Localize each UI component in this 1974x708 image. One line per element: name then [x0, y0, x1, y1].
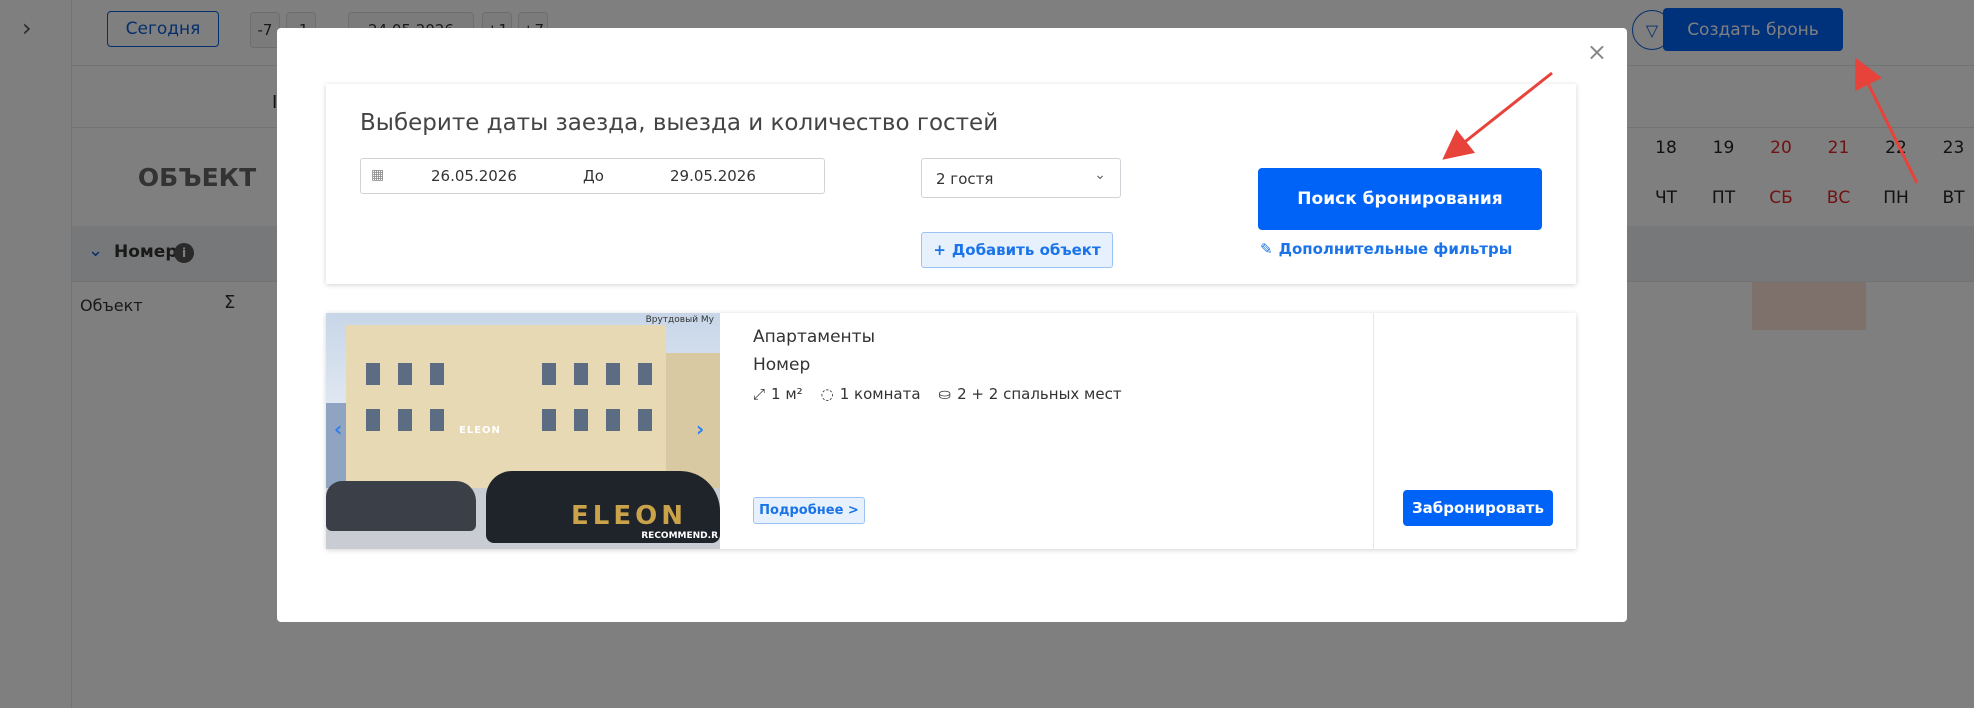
beds-value: 2 + 2 спальных мест — [957, 385, 1122, 403]
calendar-icon: ▦ — [371, 167, 385, 183]
resize-icon: ⤢ — [753, 385, 766, 403]
property-photo[interactable]: ELEON ELEON Врутдовый Му RECOMMEND.R ‹ › — [326, 313, 720, 549]
photo-watermark-top: Врутдовый Му — [645, 315, 714, 325]
book-button[interactable]: Забронировать — [1403, 490, 1553, 526]
photo-watermark-bottom: RECOMMEND.R — [641, 531, 718, 541]
property-type: Апартаменты — [753, 327, 875, 347]
booking-search-modal: × Выберите даты заезда, выезда и количес… — [277, 28, 1627, 622]
card-divider — [1373, 313, 1374, 549]
more-filters-link[interactable]: ✎ Дополнительные фильтры — [1260, 240, 1512, 258]
room-features: ⤢ 1 м² ◌ 1 комната ⛀ 2 + 2 спальных мест — [753, 385, 1122, 403]
room-name: Номер — [753, 355, 811, 375]
more-filters-label: Дополнительные фильтры — [1278, 240, 1513, 258]
details-button[interactable]: Подробнее > — [753, 497, 865, 524]
date-to-label: До — [583, 167, 604, 185]
area-feature: ⤢ 1 м² — [753, 385, 803, 403]
search-heading: Выберите даты заезда, выезда и количеств… — [360, 110, 999, 136]
date-from-value[interactable]: 26.05.2026 — [431, 167, 517, 185]
photo-next-icon[interactable]: › — [696, 417, 704, 441]
rooms-feature: ◌ 1 комната — [821, 385, 921, 403]
close-icon[interactable]: × — [1587, 38, 1607, 66]
room-icon: ◌ — [820, 385, 834, 403]
date-range-picker[interactable]: ▦ 26.05.2026 До 29.05.2026 — [360, 158, 825, 194]
photo-prev-icon[interactable]: ‹ — [334, 417, 342, 441]
bed-icon: ⛀ — [938, 385, 952, 403]
area-value: 1 м² — [771, 385, 803, 403]
plus-icon: + — [933, 241, 946, 259]
photo-car-text: ELEON — [571, 501, 687, 531]
result-card: ELEON ELEON Врутдовый Му RECOMMEND.R ‹ ›… — [326, 313, 1576, 549]
add-object-label: Добавить объект — [951, 241, 1101, 259]
photo-sign-text: ELEON — [459, 425, 501, 436]
date-to-value[interactable]: 29.05.2026 — [670, 167, 756, 185]
search-booking-button[interactable]: Поиск бронирования — [1258, 168, 1542, 230]
guests-select[interactable]: 2 гостя ⌄ — [921, 158, 1121, 198]
guests-value: 2 гостя — [936, 170, 994, 188]
result-info: Апартаменты Номер ⤢ 1 м² ◌ 1 комната ⛀ 2… — [753, 313, 1253, 549]
beds-feature: ⛀ 2 + 2 спальных мест — [939, 385, 1122, 403]
edit-icon: ✎ — [1260, 240, 1273, 258]
search-panel: Выберите даты заезда, выезда и количеств… — [326, 84, 1576, 284]
add-object-button[interactable]: + Добавить объект — [921, 232, 1113, 268]
chevron-down-icon: ⌄ — [1094, 167, 1106, 183]
rooms-value: 1 комната — [839, 385, 921, 403]
